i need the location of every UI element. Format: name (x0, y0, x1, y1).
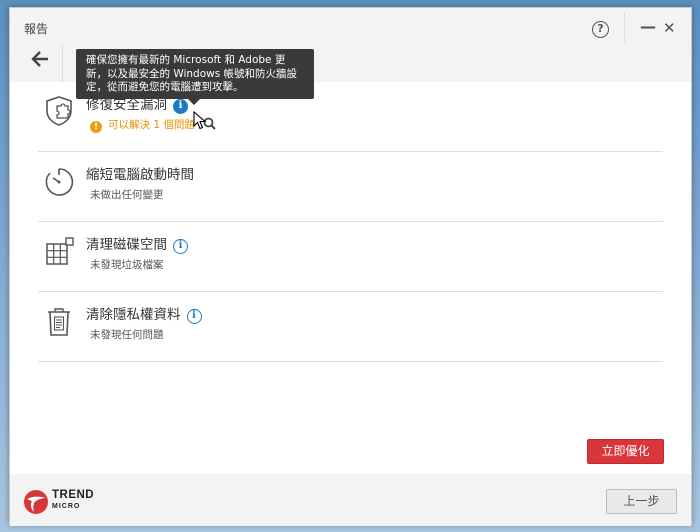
info-icon[interactable]: i (173, 99, 188, 114)
shield-puzzle-icon (42, 94, 76, 128)
previous-button[interactable]: 上一步 (606, 489, 677, 514)
trend-micro-logo-icon (23, 489, 49, 519)
title-bar-divider (624, 12, 625, 42)
help-icon[interactable]: ? (592, 21, 609, 38)
item-title: 清除隱私權資料 i (86, 303, 202, 324)
list-item-startup: 縮短電腦啟動時間 未做出任何變更 (38, 152, 663, 222)
item-status: 未發現任何問題 (90, 329, 164, 341)
report-list: 修復安全漏洞 i ! 可以解決 1 個問題 縮短電腦啟動時間 未做出任何變更 清… (10, 82, 691, 474)
toolbar-divider (62, 46, 63, 82)
minimize-icon[interactable]: — (640, 17, 656, 36)
brand-logo-text: TREND MICRO (52, 489, 95, 512)
tooltip-line: 新，以及最安全的 Windows 帳號和防火牆設 (86, 67, 298, 80)
list-item-privacy: 清除隱私權資料 i 未發現任何問題 (38, 292, 663, 362)
footer: TREND MICRO 上一步 (10, 474, 691, 526)
trash-document-icon (42, 304, 76, 338)
back-arrow-icon[interactable] (31, 49, 49, 74)
disk-grid-icon (42, 234, 76, 268)
item-title: 縮短電腦啟動時間 (86, 167, 194, 183)
item-title-text: 清除隱私權資料 (86, 307, 181, 323)
brand-line: MICRO (52, 503, 81, 510)
brand-line: TREND (52, 489, 95, 501)
item-title: 清理磁碟空間 i (86, 233, 188, 254)
mouse-pointer-icon (193, 110, 207, 135)
item-title-text: 修復安全漏洞 (86, 97, 167, 113)
item-status: 未發現垃圾檔案 (90, 259, 164, 271)
stopwatch-icon (42, 164, 76, 198)
warning-icon: ! (90, 121, 102, 133)
info-tooltip: 確保您擁有最新的 Microsoft 和 Adobe 更 新，以及最安全的 Wi… (76, 49, 314, 105)
optimize-now-button[interactable]: 立即優化 (587, 439, 664, 464)
list-item-disk: 清理磁碟空間 i 未發現垃圾檔案 (38, 222, 663, 292)
report-window: 報告 ? — ✕ 確保您擁有最新的 Microsoft 和 Adobe 更 新，… (9, 7, 692, 526)
tooltip-line: 定，從而避免您的電腦遭到攻擊。 (86, 81, 244, 93)
close-icon[interactable]: ✕ (663, 19, 676, 37)
item-status-text[interactable]: 可以解決 1 個問題 (108, 119, 195, 131)
info-icon[interactable]: i (186, 309, 202, 324)
item-status: 未做出任何變更 (90, 189, 164, 201)
tooltip-line: 確保您擁有最新的 Microsoft 和 Adobe 更 (86, 54, 286, 66)
title-bar: 報告 ? — ✕ (10, 8, 691, 46)
item-title-text: 清理磁碟空間 (86, 237, 167, 253)
info-icon[interactable]: i (173, 239, 188, 254)
window-title: 報告 (24, 22, 49, 36)
